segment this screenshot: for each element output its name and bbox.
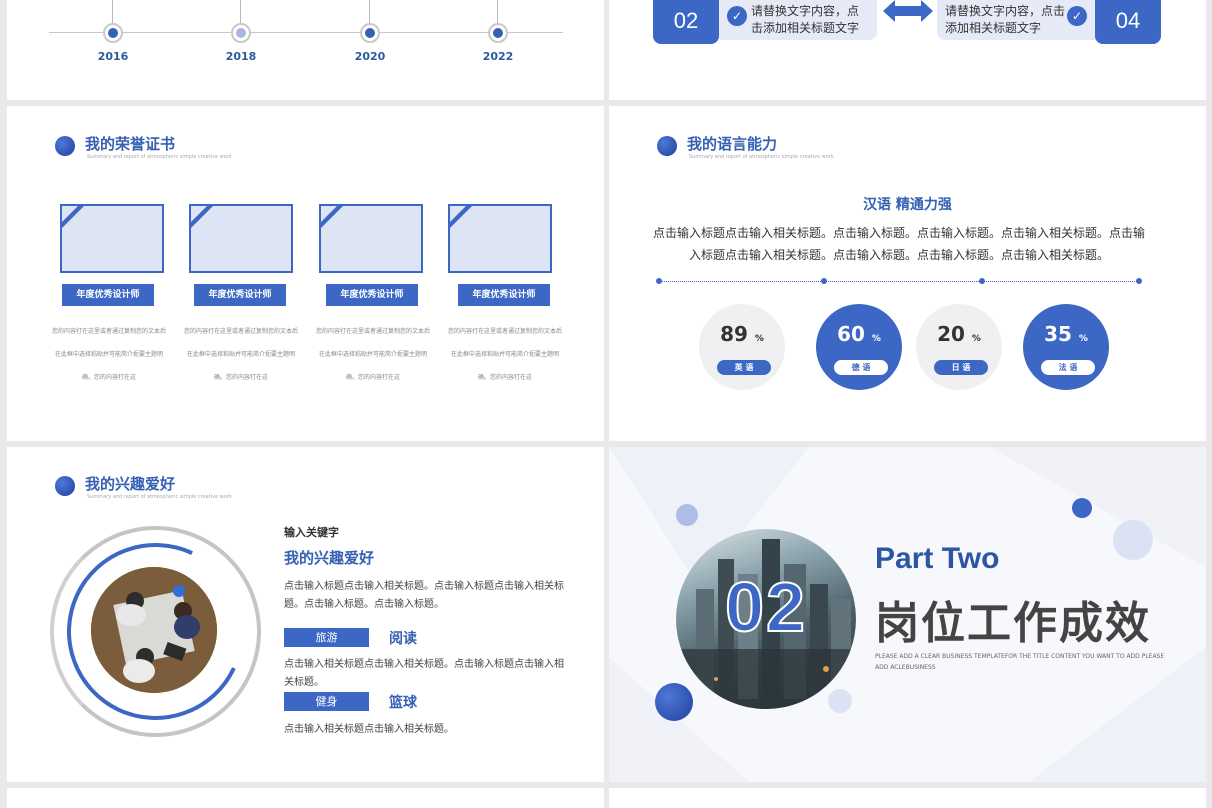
timeline-year: 2018	[225, 50, 257, 63]
hobby-heading: 我的兴趣爱好	[284, 549, 375, 567]
honors-slide[interactable]: 我的荣誉证书 Summary and report of atmospheric…	[7, 106, 604, 441]
section-two-slide[interactable]: 02 Part Two 岗位工作成效 PLEASE ADD A CLEAR BU…	[609, 447, 1206, 782]
language-skill-english: 89 % 英 语	[699, 304, 785, 390]
section-dot-icon	[657, 136, 677, 156]
decorative-circle	[655, 683, 693, 721]
certificate-description: 您的内容打在这里或者通过复制您的文本后在此框中选择粘贴并可能简介扼要主题明确。您…	[183, 328, 298, 381]
section-subtitle: Summary and report of atmospheric simple…	[689, 154, 834, 160]
divider-dot	[821, 278, 827, 284]
skill-name: 法 语	[1041, 360, 1095, 375]
skill-value: 20	[937, 322, 965, 346]
skill-name: 德 语	[834, 360, 888, 375]
timeline-axis	[49, 32, 563, 33]
timeline-slide[interactable]: 2016 2018 2020 2022	[7, 0, 604, 100]
certificate-description: 您的内容打在这里或者通过复制您的文本后在此框中选择粘贴并可能简介扼要主题明确。您…	[51, 328, 166, 381]
hobby-keyword: 输入关键字	[284, 526, 339, 539]
check-icon: ✓	[1067, 6, 1087, 26]
hobby-text: 点击输入相关标题点击输入相关标题。	[284, 724, 454, 735]
timeline-connector	[369, 0, 370, 24]
divider-dot	[1136, 278, 1142, 284]
timeline-connector	[112, 0, 113, 24]
language-skill-german: 60 % 德 语	[816, 304, 902, 390]
step-text: 请替换文字内容，点击添加相关标题文字	[945, 4, 1066, 35]
certificate-description: 您的内容打在这里或者通过复制您的文本后在此框中选择粘贴并可能简介扼要主题明确。您…	[447, 328, 562, 381]
decorative-circle	[1072, 498, 1092, 518]
skill-value: 60	[837, 322, 865, 346]
divider-dot	[656, 278, 662, 284]
step-number: 04	[1095, 0, 1161, 44]
certificate-frame	[189, 204, 293, 273]
section-title: 我的语言能力	[687, 135, 778, 153]
next-slide-preview[interactable]	[609, 788, 1206, 808]
certificate-label: 年度优秀设计师	[458, 284, 550, 306]
certificate-description: 您的内容打在这里或者通过复制您的文本后在此框中选择粘贴并可能简介扼要主题明确。您…	[315, 328, 430, 381]
section-dot-icon	[55, 476, 75, 496]
step-text: 请替换文字内容，点击添加相关标题文字	[751, 4, 860, 35]
next-slide-preview[interactable]	[7, 788, 604, 808]
hobby-text: 点击输入标题点击输入相关标题。点击输入标题点击输入相关标题。点击输入标题。点击输…	[284, 581, 564, 610]
skill-name: 日 语	[934, 360, 988, 375]
skill-unit: %	[871, 334, 881, 344]
language-skill-french: 35 % 法 语	[1023, 304, 1109, 390]
double-arrow-icon	[883, 0, 933, 22]
timeline-node	[231, 23, 251, 43]
skill-unit: %	[1078, 334, 1088, 344]
timeline-node	[488, 23, 508, 43]
language-paragraph: 点击输入标题点击输入相关标题。点击输入标题。点击输入标题。点击输入相关标题。点击…	[652, 226, 1145, 262]
decorative-circle	[676, 504, 698, 526]
timeline-year: 2022	[482, 50, 514, 63]
skill-value: 35	[1044, 322, 1072, 346]
hobby-text: 点击输入相关标题点击输入相关标题。点击输入标题点击输入相关标题。	[284, 659, 564, 688]
language-headline: 汉语 精通力强	[863, 197, 952, 213]
section-subtitle: Summary and report of atmospheric simple…	[87, 494, 232, 500]
section-title: 岗位工作成效	[875, 598, 1151, 649]
timeline-connector	[497, 0, 498, 24]
part-label: Part Two	[875, 542, 1000, 575]
timeline-year: 2020	[354, 50, 386, 63]
step-number: 02	[653, 0, 719, 44]
meeting-photo	[91, 567, 217, 693]
hobby-tag: 健身	[284, 692, 369, 711]
section-title: 我的荣誉证书	[85, 135, 176, 153]
skill-name: 英 语	[717, 360, 771, 375]
section-number: 02	[724, 567, 807, 647]
hobbies-slide[interactable]: 我的兴趣爱好 Summary and report of atmospheric…	[7, 447, 604, 782]
divider-dot	[979, 278, 985, 284]
section-subtitle: PLEASE ADD A CLEAR BUSINESS TEMPLATEFOR …	[875, 653, 1165, 671]
timeline-node	[360, 23, 380, 43]
skill-value: 89	[720, 322, 748, 346]
timeline-connector	[240, 0, 241, 24]
certificate-label: 年度优秀设计师	[194, 284, 286, 306]
certificate-frame	[319, 204, 423, 273]
timeline-year: 2016	[97, 50, 129, 63]
decorative-circle	[1113, 520, 1153, 560]
certificate-frame	[60, 204, 164, 273]
section-title: 我的兴趣爱好	[85, 475, 176, 493]
certificate-label: 年度优秀设计师	[62, 284, 154, 306]
timeline-node	[103, 23, 123, 43]
certificate-label: 年度优秀设计师	[326, 284, 418, 306]
dotted-divider	[659, 281, 1139, 282]
skill-unit: %	[971, 334, 981, 344]
language-skill-japanese: 20 % 日 语	[916, 304, 1002, 390]
steps-slide[interactable]: 请替换文字内容，点击添加相关标题文字 ✓ 02 请替换文字内容，点击添加相关标题…	[609, 0, 1206, 100]
hobby-tag: 旅游	[284, 628, 369, 647]
check-icon: ✓	[727, 6, 747, 26]
certificate-frame	[448, 204, 552, 273]
skill-unit: %	[754, 334, 764, 344]
section-dot-icon	[55, 136, 75, 156]
language-slide[interactable]: 我的语言能力 Summary and report of atmospheric…	[609, 106, 1206, 441]
decorative-circle	[828, 689, 852, 713]
section-subtitle: Summary and report of atmospheric simple…	[87, 154, 232, 160]
hobby-item: 篮球	[389, 695, 417, 711]
hobby-item: 阅读	[389, 631, 417, 647]
